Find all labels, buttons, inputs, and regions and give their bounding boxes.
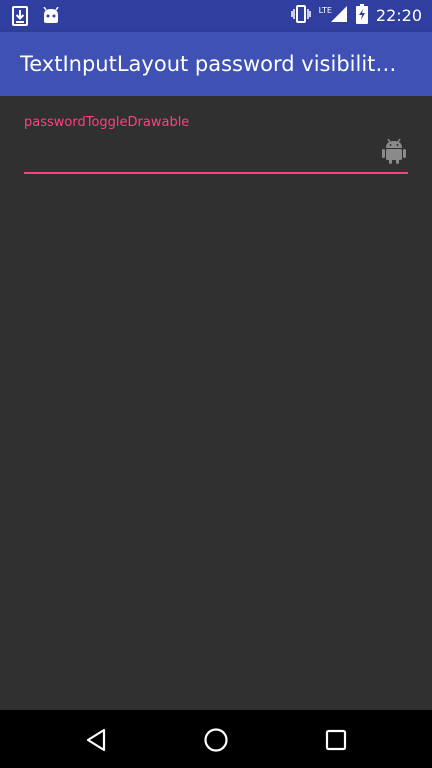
recents-icon (323, 729, 349, 757)
password-input-underline (24, 172, 408, 174)
password-floating-label: passwordToggleDrawable (24, 115, 190, 130)
back-icon (84, 728, 110, 757)
home-button[interactable] (203, 727, 229, 753)
signal-icon (330, 5, 348, 27)
status-time: 22:20 (375, 6, 422, 25)
recents-button[interactable] (323, 727, 349, 753)
download-icon (12, 6, 28, 30)
android-icon (381, 137, 407, 169)
app-title: TextInputLayout password visibilit… (20, 52, 397, 76)
status-bar: LTE 22:20 (0, 0, 432, 32)
vibrate-icon (290, 4, 311, 28)
back-button[interactable] (84, 727, 110, 753)
app-bar: TextInputLayout password visibilit… (0, 32, 432, 96)
password-input[interactable] (24, 138, 376, 170)
password-visibility-toggle[interactable] (378, 138, 410, 168)
navigation-bar (0, 710, 432, 768)
home-icon (203, 728, 229, 757)
battery-icon (355, 4, 368, 28)
android-notification-icon (42, 6, 60, 29)
network-type-label: LTE (318, 5, 332, 15)
main-content: passwordToggleDrawable (0, 96, 432, 710)
